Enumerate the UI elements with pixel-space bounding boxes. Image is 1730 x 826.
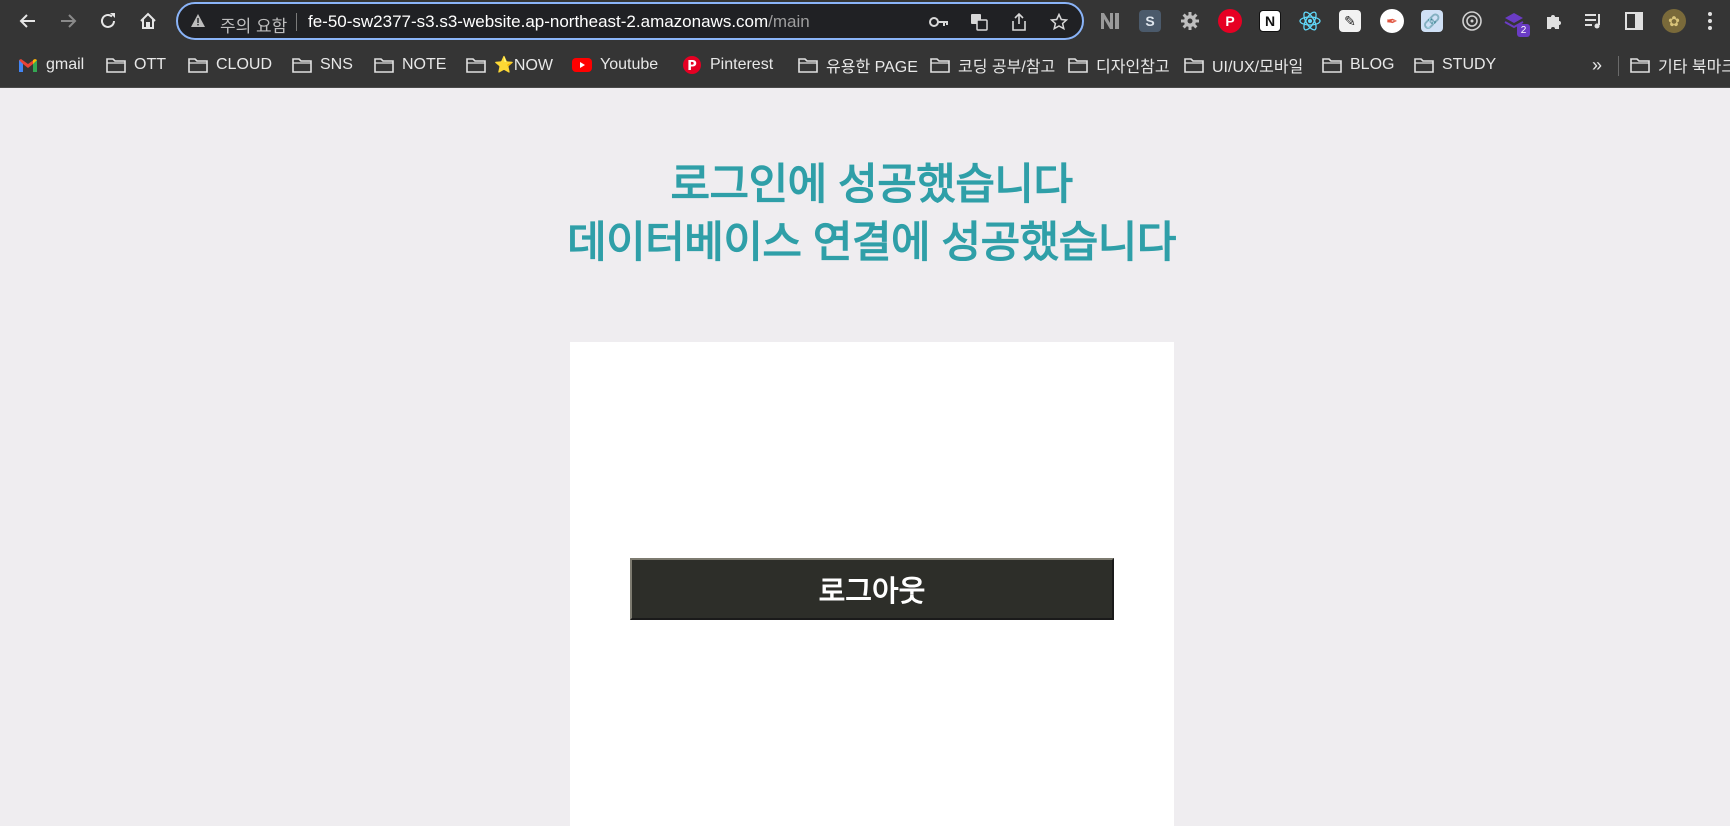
bookmarks-bar: gmail OTT CLOUD SNS NOTE ⭐NOW Youtube P … xyxy=(0,42,1730,88)
page-heading: 로그인에 성공했습니다 데이터베이스 연결에 성공했습니다 xyxy=(0,156,1730,272)
logout-button[interactable]: 로그아웃 xyxy=(630,558,1114,620)
bookmark-folder-now[interactable]: ⭐NOW xyxy=(466,53,553,77)
bookmark-label: SNS xyxy=(320,56,353,73)
folder-icon xyxy=(798,58,818,73)
folder-icon xyxy=(1184,58,1204,73)
login-success-message: 로그인에 성공했습니다 xyxy=(670,161,1073,209)
key-icon[interactable] xyxy=(926,9,952,35)
color-picker-extension-icon[interactable]: ✒ xyxy=(1378,7,1406,35)
bookmark-folder-design[interactable]: 디자인참고 xyxy=(1068,53,1170,77)
back-button[interactable] xyxy=(12,5,44,37)
bookmark-label: 유용한 PAGE xyxy=(826,59,918,76)
bookmark-label: Youtube xyxy=(600,56,659,73)
bookmark-label: gmail xyxy=(46,56,85,73)
home-button[interactable] xyxy=(132,5,164,37)
bookmark-folder-cloud[interactable]: CLOUD xyxy=(188,53,272,77)
star-icon[interactable] xyxy=(1046,9,1072,35)
folder-icon xyxy=(374,58,394,73)
arrow-right-icon xyxy=(61,14,77,28)
share-icon[interactable] xyxy=(1006,9,1032,35)
forward-button[interactable] xyxy=(52,5,84,37)
bookmark-folder-note[interactable]: NOTE xyxy=(374,53,446,77)
folder-icon xyxy=(292,58,312,73)
bookmark-label: BLOG xyxy=(1350,56,1395,73)
bookmark-label: ⭐NOW xyxy=(494,57,554,74)
folder-icon xyxy=(1414,58,1434,73)
home-icon xyxy=(140,12,156,29)
folder-icon xyxy=(930,58,950,73)
pinterest-icon: P xyxy=(683,56,701,74)
page-content: 로그인에 성공했습니다 데이터베이스 연결에 성공했습니다 로그아웃 xyxy=(0,88,1730,826)
bookmark-label: 디자인참고 xyxy=(1096,59,1170,76)
folder-icon xyxy=(466,58,486,73)
db-success-message: 데이터베이스 연결에 성공했습니다 xyxy=(567,219,1176,267)
extension-badge: 2 xyxy=(1517,24,1530,37)
target-extension-icon[interactable] xyxy=(1458,7,1486,35)
bookmark-folder-useful-page[interactable]: 유용한 PAGE xyxy=(798,53,918,77)
reload-button[interactable] xyxy=(92,5,124,37)
folder-icon xyxy=(188,58,208,73)
url-text[interactable]: fe-50-sw2377-s3.s3-website.ap-northeast-… xyxy=(308,12,810,32)
gear-extension-icon[interactable] xyxy=(1176,7,1204,35)
gmail-icon xyxy=(19,58,37,72)
folder-icon xyxy=(1068,58,1088,73)
notability-extension-icon[interactable] xyxy=(1096,7,1124,35)
link-extension-icon[interactable]: 🔗 xyxy=(1418,7,1446,35)
pinterest-extension-icon[interactable]: P xyxy=(1216,7,1244,35)
bookmark-youtube[interactable]: Youtube xyxy=(572,53,658,77)
security-label[interactable]: 주의 요함 xyxy=(220,12,287,37)
youtube-icon xyxy=(572,58,592,72)
bookmark-folder-sns[interactable]: SNS xyxy=(292,53,353,77)
bookmark-folder-uiux[interactable]: UI/UX/모바일 xyxy=(1184,53,1303,77)
s-extension-icon[interactable]: S xyxy=(1136,7,1164,35)
side-panel-icon[interactable] xyxy=(1620,7,1648,35)
bookmark-label: 기타 북마크 xyxy=(1658,59,1730,76)
more-menu-icon[interactable] xyxy=(1700,7,1720,35)
folder-icon xyxy=(106,58,126,73)
notion-extension-icon[interactable]: N xyxy=(1256,7,1284,35)
svg-text:P: P xyxy=(687,59,697,74)
address-bar[interactable]: 주의 요함 fe-50-sw2377-s3.s3-website.ap-nort… xyxy=(176,2,1084,40)
bookmark-label: Pinterest xyxy=(710,56,774,73)
bookmark-label: 코딩 공부/참고 xyxy=(958,59,1056,76)
folder-icon xyxy=(1630,58,1650,73)
bookmark-folder-ott[interactable]: OTT xyxy=(106,53,166,77)
bookmarks-divider xyxy=(1618,56,1619,76)
arrow-left-icon xyxy=(19,14,35,28)
media-control-icon[interactable] xyxy=(1580,7,1608,35)
translate-icon[interactable] xyxy=(966,9,992,35)
bookmarks-overflow-button[interactable]: » xyxy=(1592,53,1602,77)
bookmark-folder-other[interactable]: 기타 북마크 xyxy=(1630,53,1730,77)
bookmark-folder-coding[interactable]: 코딩 공부/참고 xyxy=(930,53,1055,77)
bookmark-label: UI/UX/모바일 xyxy=(1212,59,1304,76)
stack-extension-icon[interactable]: 2 xyxy=(1500,7,1530,37)
react-devtools-icon[interactable] xyxy=(1296,7,1324,35)
bookmark-label: CLOUD xyxy=(216,56,273,73)
url-path: /main xyxy=(768,12,810,31)
puzzle-icon[interactable] xyxy=(1540,7,1568,35)
url-host: fe-50-sw2377-s3.s3-website.ap-northeast-… xyxy=(308,12,769,31)
bookmark-gmail[interactable]: gmail xyxy=(18,53,84,77)
content-card: 로그아웃 xyxy=(570,342,1174,826)
omnibox-divider xyxy=(296,13,297,31)
bookmark-folder-blog[interactable]: BLOG xyxy=(1322,53,1394,77)
send-extension-icon[interactable]: ✎ xyxy=(1336,7,1364,35)
profile-avatar[interactable]: ✿ xyxy=(1660,7,1688,35)
reload-icon xyxy=(101,13,115,28)
bookmark-folder-study[interactable]: STUDY xyxy=(1414,53,1496,77)
bookmark-label: NOTE xyxy=(402,56,447,73)
bookmark-label: STUDY xyxy=(1442,56,1497,73)
browser-toolbar: 주의 요함 fe-50-sw2377-s3.s3-website.ap-nort… xyxy=(0,0,1730,42)
warning-icon[interactable] xyxy=(190,13,206,29)
bookmark-pinterest[interactable]: P Pinterest xyxy=(682,53,773,77)
bookmark-label: OTT xyxy=(134,56,166,73)
folder-icon xyxy=(1322,58,1342,73)
